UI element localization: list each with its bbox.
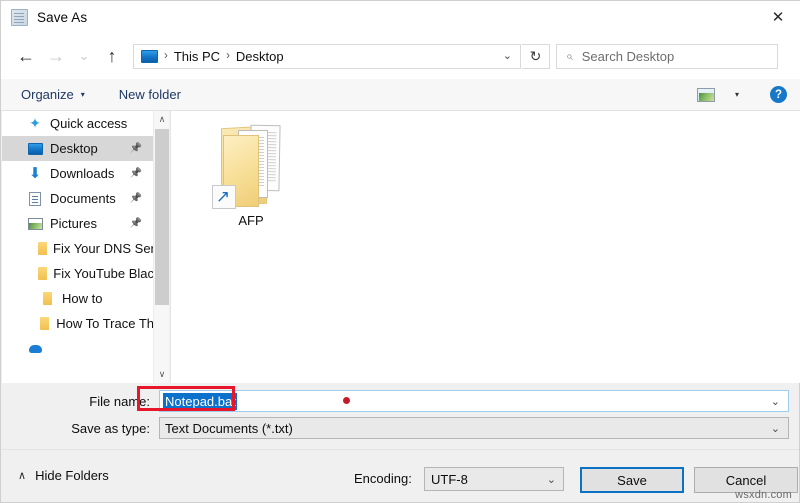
recent-locations-button[interactable]: ⌄ xyxy=(71,41,97,71)
sidebar-item-how-to-trace-th[interactable]: How To Trace Th xyxy=(2,311,154,336)
shortcut-arrow-icon: ↗ xyxy=(212,185,236,209)
folder-icon xyxy=(38,242,47,255)
hide-folders-button[interactable]: ∧ Hide Folders xyxy=(18,468,109,483)
chevron-up-icon: ∧ xyxy=(18,470,27,482)
chevron-down-icon[interactable]: ⌄ xyxy=(547,473,556,486)
navigation-pane[interactable]: ✦ Quick access Desktop 📌 ⬇ Downloads 📌 Document… xyxy=(2,111,154,383)
new-folder-label: New folder xyxy=(118,87,181,102)
back-button[interactable]: ← xyxy=(11,41,41,71)
sidebar-item-label: How To Trace Th xyxy=(56,316,154,331)
encoding-select[interactable]: UTF-8 ⌄ xyxy=(424,467,564,491)
save-form: File name: Notepad.bat ⌄ Save as type: T… xyxy=(2,383,799,449)
save-button[interactable]: Save xyxy=(580,467,684,493)
documents-icon xyxy=(26,191,44,206)
organize-button[interactable]: Organize ▾ xyxy=(15,83,91,107)
chevron-down-icon[interactable]: ▾ xyxy=(735,90,739,99)
forward-button[interactable]: → xyxy=(41,41,71,71)
window-title: Save As xyxy=(37,9,88,25)
sidebar-item-documents[interactable]: Documents 📌 xyxy=(2,186,154,211)
star-icon: ✦ xyxy=(29,115,41,131)
file-item-label: AFP xyxy=(238,213,264,228)
hide-folders-label: Hide Folders xyxy=(35,468,109,483)
this-pc-icon xyxy=(141,49,158,63)
sidebar-item-partial[interactable] xyxy=(2,336,154,361)
sidebar-item-label: Quick access xyxy=(50,116,128,131)
pin-icon[interactable]: 📌 xyxy=(130,193,142,204)
file-name-row: File name: Notepad.bat ⌄ xyxy=(2,389,799,413)
sidebar-item-label: Desktop xyxy=(50,141,98,156)
encoding-value: UTF-8 xyxy=(431,471,468,487)
address-bar[interactable]: › This PC › Desktop ⌄ xyxy=(133,43,521,69)
chevron-down-icon[interactable]: ⌄ xyxy=(771,422,780,435)
desktop-icon xyxy=(26,142,44,155)
breadcrumb-separator: › xyxy=(226,50,230,62)
breadcrumb-this-pc[interactable]: This PC xyxy=(174,49,220,64)
sidebar-item-desktop[interactable]: Desktop 📌 xyxy=(2,136,154,161)
breadcrumb-separator: › xyxy=(164,50,168,62)
list-item[interactable]: ↗ AFP xyxy=(203,115,299,243)
close-icon[interactable]: ✕ xyxy=(755,1,800,32)
sidebar-item-label: How to xyxy=(62,291,103,306)
change-view-icon[interactable] xyxy=(697,87,715,102)
file-name-value[interactable]: Notepad.bat xyxy=(163,392,237,410)
file-name-input[interactable]: Notepad.bat ⌄ xyxy=(159,390,789,412)
save-as-dialog: Save As ✕ ← → ⌄ ↑ › This PC › Desktop ⌄ … xyxy=(0,0,800,503)
watermark: wsxdn.com xyxy=(735,489,792,501)
sidebar-item-downloads[interactable]: ⬇ Downloads 📌 xyxy=(2,161,154,186)
search-box[interactable]: ⌕ Search Desktop xyxy=(556,43,778,69)
sidebar-item-how-to[interactable]: How to xyxy=(2,286,154,311)
sidebar-scrollbar[interactable]: ∧ ∨ xyxy=(153,111,169,383)
pin-icon[interactable]: 📌 xyxy=(130,218,142,229)
folder-icon xyxy=(38,317,50,330)
navigation-bar: ← → ⌄ ↑ › This PC › Desktop ⌄ ↻ ⌕ Search… xyxy=(1,33,800,79)
save-as-type-row: Save as type: Text Documents (*.txt) ⌄ xyxy=(2,416,799,440)
scroll-down-icon[interactable]: ∨ xyxy=(154,366,170,383)
notepad-icon xyxy=(11,8,28,26)
up-button[interactable]: ↑ xyxy=(97,41,127,71)
search-input[interactable]: Search Desktop xyxy=(582,49,675,64)
sidebar-item-label: Fix Your DNS Ser xyxy=(53,241,154,256)
organize-label: Organize xyxy=(21,87,74,102)
folder-icon xyxy=(38,267,48,280)
search-icon: ⌕ xyxy=(566,48,573,63)
chevron-down-icon: ▾ xyxy=(80,90,85,99)
pin-icon[interactable]: 📌 xyxy=(130,143,142,154)
save-as-type-label: Save as type: xyxy=(71,420,150,436)
sidebar-item-label: Documents xyxy=(50,191,116,206)
folder-shortcut-icon: ↗ xyxy=(212,115,290,209)
sidebar-item-fix-youtube-blac[interactable]: Fix YouTube Blac xyxy=(2,261,154,286)
pin-icon[interactable]: 📌 xyxy=(130,168,142,179)
scrollbar-thumb[interactable] xyxy=(155,129,169,305)
chevron-down-icon[interactable]: ⌄ xyxy=(503,49,512,62)
folder-icon xyxy=(38,292,56,305)
scroll-up-icon[interactable]: ∧ xyxy=(154,111,170,128)
sidebar-item-fix-your-dns-ser[interactable]: Fix Your DNS Ser xyxy=(2,236,154,261)
chevron-down-icon[interactable]: ⌄ xyxy=(771,395,780,408)
dialog-footer: ∧ Hide Folders Encoding: UTF-8 ⌄ Save Ca… xyxy=(2,449,799,502)
sidebar-item-label: Pictures xyxy=(50,216,97,231)
file-name-label: File name: xyxy=(89,393,150,409)
sidebar-item-label: Fix YouTube Blac xyxy=(53,266,154,281)
sidebar-item-quick-access[interactable]: ✦ Quick access xyxy=(2,111,154,136)
pictures-icon xyxy=(26,217,44,230)
encoding-label: Encoding: xyxy=(354,471,412,486)
sidebar-item-pictures[interactable]: Pictures 📌 xyxy=(2,211,154,236)
cloud-icon xyxy=(26,344,44,353)
save-as-type-select[interactable]: Text Documents (*.txt) ⌄ xyxy=(159,417,789,439)
sidebar-item-label: Downloads xyxy=(50,166,115,181)
save-as-type-value: Text Documents (*.txt) xyxy=(165,420,293,436)
title-bar: Save As ✕ xyxy=(1,1,800,33)
help-icon[interactable]: ? xyxy=(770,86,787,103)
file-list-pane[interactable]: ↗ AFP xyxy=(170,111,800,383)
new-folder-button[interactable]: New folder xyxy=(113,83,187,107)
refresh-icon[interactable]: ↻ xyxy=(522,43,550,69)
command-bar: Organize ▾ New folder ▾ ? xyxy=(1,79,800,111)
breadcrumb-desktop[interactable]: Desktop xyxy=(236,49,284,64)
download-icon: ⬇ xyxy=(28,165,42,182)
